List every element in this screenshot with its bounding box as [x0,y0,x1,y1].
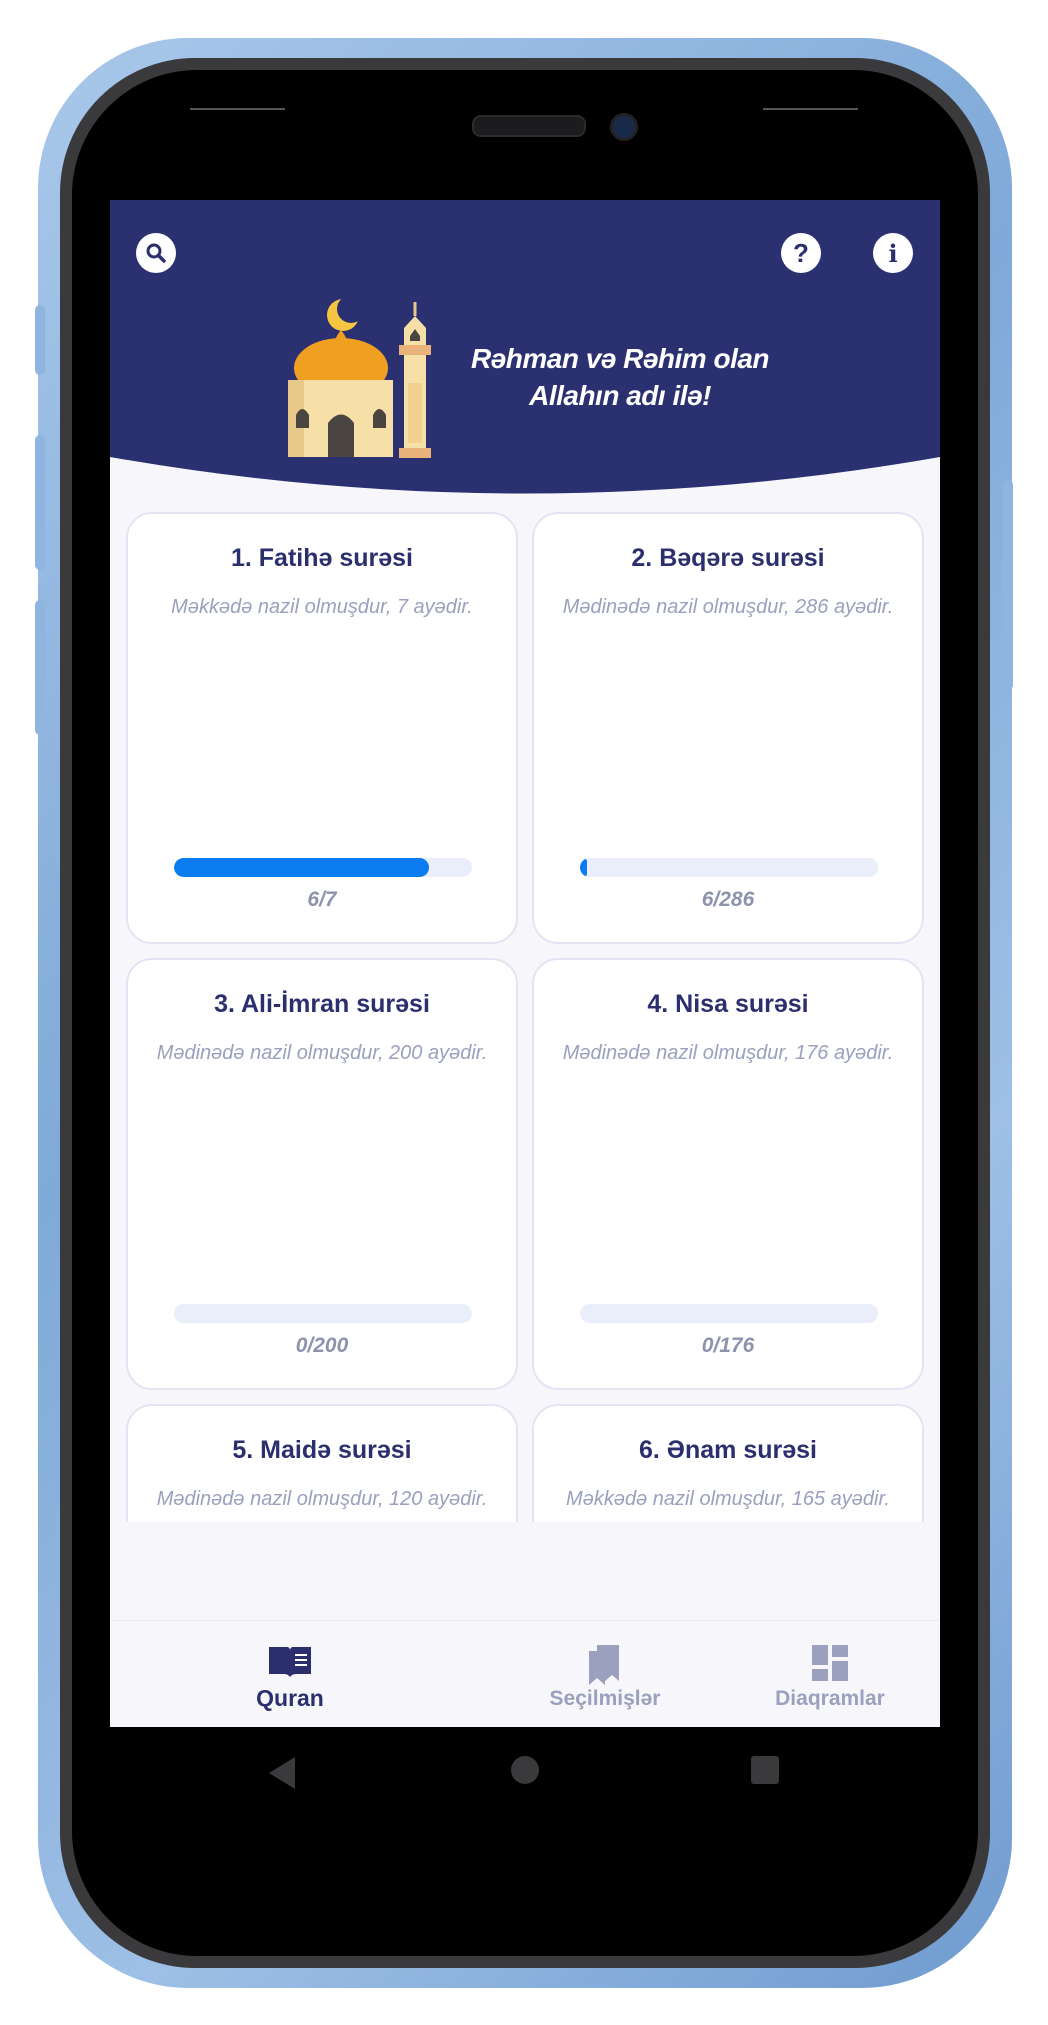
greeting-line-1: Rəhman və Rəhim olan [470,343,770,374]
info-button[interactable]: i [873,233,913,273]
surah-title: 3. Ali-İmran surəsi [214,990,430,1018]
search-button[interactable] [136,233,176,273]
surah-subtitle: Mədinədə nazil olmuşdur, 286 ayədir. [562,596,894,618]
progress-bar [174,1304,472,1323]
surah-subtitle: Mədinədə nazil olmuşdur, 120 ayədir. [156,1488,488,1510]
surah-subtitle: Məkkədə nazil olmuşdur, 7 ayədir. [171,596,473,618]
surah-title: 2. Bəqərə surəsi [631,544,825,572]
sensor-line-right [763,108,858,110]
nav-label-charts: Diaqramlar [775,1687,885,1710]
surah-title: 4. Nisa surəsi [647,990,809,1018]
help-button[interactable]: ? [781,233,821,273]
progress-fill [174,858,430,877]
surah-card[interactable]: 6. Ənam surəsi Məkkədə nazil olmuşdur, 1… [532,1404,924,1522]
nav-label-quran: Quran [256,1685,324,1711]
help-icon: ? [793,237,809,268]
progress-fill [580,858,587,877]
surah-card[interactable]: 5. Maidə surəsi Mədinədə nazil olmuşdur,… [126,1404,518,1522]
surah-card[interactable]: 3. Ali-İmran surəsi Mədinədə nazil olmuş… [126,958,518,1390]
progress-bar [174,858,472,877]
recents-icon[interactable] [750,1755,780,1785]
nav-tab-charts[interactable]: Diaqramlar [745,1621,915,1727]
home-icon[interactable] [510,1755,540,1785]
search-icon [146,243,166,263]
surah-subtitle: Mədinədə nazil olmuşdur, 200 ayədir. [156,1042,488,1064]
dashboard-icon [812,1645,848,1681]
surah-title: 5. Maidə surəsi [232,1436,412,1464]
bottom-navigation: Quran Seçilmişlər Diaqramlar [110,1620,940,1727]
surah-title: 1. Fatihə surəsi [230,544,414,572]
info-icon: i [888,238,898,268]
progress-bar [580,1304,878,1323]
phone-volume-up [35,435,45,570]
book-icon [269,1647,311,1677]
surah-grid: 1. Fatihə surəsi Məkkədə nazil olmuşdur,… [126,512,924,1522]
phone-mute-switch [35,305,45,375]
sensor-line-left [190,108,285,110]
earpiece-speaker [472,115,586,137]
progress-bar [580,858,878,877]
nav-tab-quran[interactable]: Quran [230,1621,350,1727]
greeting-line-2: Allahın adı ilə! [529,380,711,411]
back-icon[interactable] [265,1755,301,1791]
mosque-icon [288,298,431,458]
progress-label: 0/200 [295,1334,349,1357]
header-greeting: Rəhman və Rəhim olan Allahın adı ilə! [470,340,770,414]
bookmarks-icon [589,1645,619,1685]
nav-label-favorites: Seçilmişlər [549,1687,661,1710]
surah-title: 6. Ənam surəsi [639,1436,817,1464]
progress-label: 0/176 [701,1334,755,1357]
progress-label: 6/7 [307,888,337,911]
front-camera [610,113,638,141]
app-header: ? i Rəhman və Rəhim olan Allahın adı ilə… [110,200,940,500]
surah-subtitle: Məkkədə nazil olmuşdur, 165 ayədir. [566,1488,890,1510]
surah-card[interactable]: 2. Bəqərə surəsi Mədinədə nazil olmuşdur… [532,512,924,944]
nav-tab-favorites[interactable]: Seçilmişlər [510,1621,700,1727]
surah-card[interactable]: 4. Nisa surəsi Mədinədə nazil olmuşdur, … [532,958,924,1390]
surah-subtitle: Mədinədə nazil olmuşdur, 176 ayədir. [562,1042,894,1064]
surah-card[interactable]: 1. Fatihə surəsi Məkkədə nazil olmuşdur,… [126,512,518,944]
phone-volume-down [35,600,45,735]
app-screen: ? i Rəhman və Rəhim olan Allahın adı ilə… [110,200,940,1727]
phone-power-button [1003,480,1013,690]
progress-label: 6/286 [701,888,755,911]
